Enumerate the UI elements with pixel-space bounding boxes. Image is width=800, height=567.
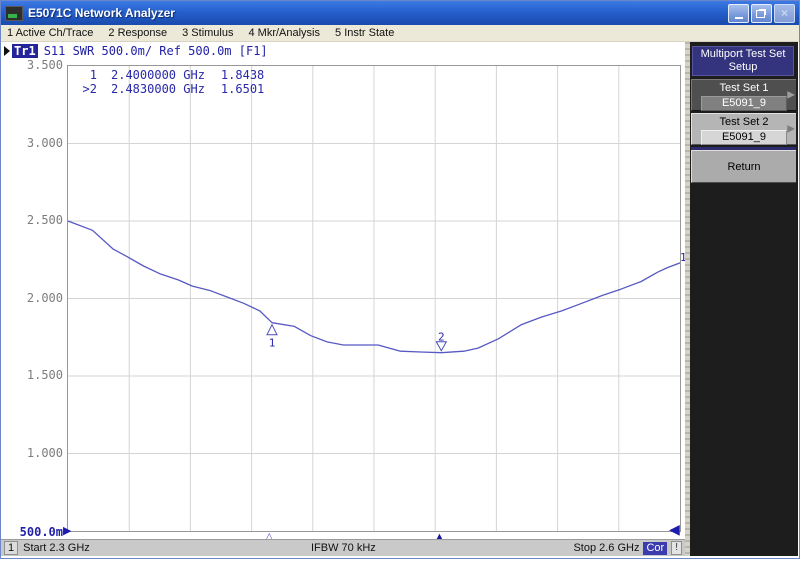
submenu-arrow-icon: ▶ bbox=[787, 89, 795, 101]
test-set-1-button[interactable]: Test Set 1 E5091_9 ▶ bbox=[691, 79, 796, 111]
trace-status-line[interactable]: Tr1 S11 SWR 500.0m/ Ref 500.0m [F1] bbox=[4, 43, 268, 59]
menu-item-stimulus[interactable]: 3 Stimulus bbox=[182, 27, 233, 39]
window-title: E5071C Network Analyzer bbox=[28, 6, 175, 20]
test-set-1-label: Test Set 1 bbox=[719, 82, 769, 94]
screen: E5071C Network Analyzer × 1 Active Ch/Tr… bbox=[0, 0, 800, 567]
softkey-panel-title-line1: Multiport Test Set bbox=[700, 48, 786, 60]
marker-readout: 1 2.4000000 GHz 1.8438 >2 2.4830000 GHz … bbox=[77, 68, 265, 96]
marker-readout-row-1: 1 2.4000000 GHz 1.8438 bbox=[77, 68, 265, 82]
status-alert-box: ! bbox=[671, 541, 682, 555]
submenu-arrow-icon: ▶ bbox=[787, 123, 795, 135]
restore-button[interactable] bbox=[751, 3, 772, 23]
reference-level-label: 500.0m bbox=[19, 525, 63, 539]
test-set-2-value: E5091_9 bbox=[701, 130, 787, 145]
softkey-panel-title-line2: Setup bbox=[728, 61, 758, 73]
menu-item-mkr-analysis[interactable]: 4 Mkr/Analysis bbox=[248, 27, 320, 39]
active-trace-arrow-icon bbox=[4, 46, 10, 56]
trace-name-badge[interactable]: Tr1 bbox=[12, 44, 38, 58]
menu-bar: 1 Active Ch/Trace 2 Response 3 Stimulus … bbox=[1, 25, 799, 42]
restore-icon bbox=[756, 10, 765, 18]
stop-frequency-label: Stop 2.6 GHz bbox=[573, 542, 640, 554]
close-button[interactable]: × bbox=[774, 3, 795, 23]
title-bar[interactable]: E5071C Network Analyzer × bbox=[1, 1, 799, 25]
y-tick-2500: 2.500 bbox=[26, 213, 63, 227]
test-set-2-button[interactable]: Test Set 2 E5091_9 ▶ bbox=[691, 113, 796, 145]
trace-format-text: S11 SWR 500.0m/ Ref 500.0m [F1] bbox=[43, 44, 268, 58]
channel-number-box: 1 bbox=[4, 541, 19, 555]
marker-1-frequency: 2.4000000 GHz bbox=[111, 68, 205, 82]
minimize-icon bbox=[734, 16, 743, 19]
marker-1-triangle-icon[interactable] bbox=[266, 323, 278, 336]
start-frequency-label: Start 2.3 GHz bbox=[23, 542, 90, 554]
graph-area[interactable]: 12 bbox=[67, 65, 681, 532]
marker-readout-row-2: >2 2.4830000 GHz 1.6501 bbox=[77, 82, 265, 96]
y-tick-2000: 2.000 bbox=[26, 290, 63, 305]
marker-1-id: 1 bbox=[89, 68, 97, 82]
close-icon: × bbox=[780, 6, 788, 20]
softkey-panel-title: Multiport Test Set Setup bbox=[692, 46, 794, 76]
app-window: E5071C Network Analyzer × 1 Active Ch/Tr… bbox=[0, 0, 800, 559]
y-tick-3500: 3.500 bbox=[26, 58, 63, 72]
marker-1-value: 1.8438 bbox=[220, 68, 265, 82]
correction-status-badge: Cor bbox=[643, 541, 668, 555]
test-set-2-label: Test Set 2 bbox=[719, 116, 769, 128]
status-bar: 1 Start 2.3 GHz IFBW 70 kHz Stop 2.6 GHz… bbox=[1, 539, 685, 556]
menu-item-response[interactable]: 2 Response bbox=[108, 27, 167, 39]
marker-2-triangle-icon[interactable] bbox=[435, 341, 448, 352]
marker-2-frequency: 2.4830000 GHz bbox=[111, 82, 205, 96]
menu-item-instr-state[interactable]: 5 Instr State bbox=[335, 27, 394, 39]
menu-item-active-ch-trace[interactable]: 1 Active Ch/Trace bbox=[7, 27, 93, 39]
marker-2-id: >2 bbox=[82, 82, 97, 96]
minimize-button[interactable] bbox=[728, 3, 749, 23]
status-bar-right: Stop 2.6 GHz Cor ! bbox=[573, 541, 682, 555]
app-icon bbox=[5, 5, 23, 21]
y-tick-1500: 1.500 bbox=[26, 368, 63, 382]
window-controls: × bbox=[728, 3, 795, 23]
marker-2-value: 1.6501 bbox=[220, 82, 265, 96]
swr-trace-plot: 12 bbox=[68, 66, 680, 531]
return-button[interactable]: Return bbox=[691, 150, 796, 183]
marker-1-number: 1 bbox=[269, 337, 276, 350]
ifbw-label: IFBW 70 kHz bbox=[311, 542, 376, 554]
y-tick-1000: 1.000 bbox=[26, 445, 63, 460]
y-tick-3000: 3.000 bbox=[26, 135, 63, 150]
softkey-panel: Multiport Test Set Setup Test Set 1 E509… bbox=[690, 42, 798, 556]
test-set-1-value: E5091_9 bbox=[701, 96, 787, 111]
